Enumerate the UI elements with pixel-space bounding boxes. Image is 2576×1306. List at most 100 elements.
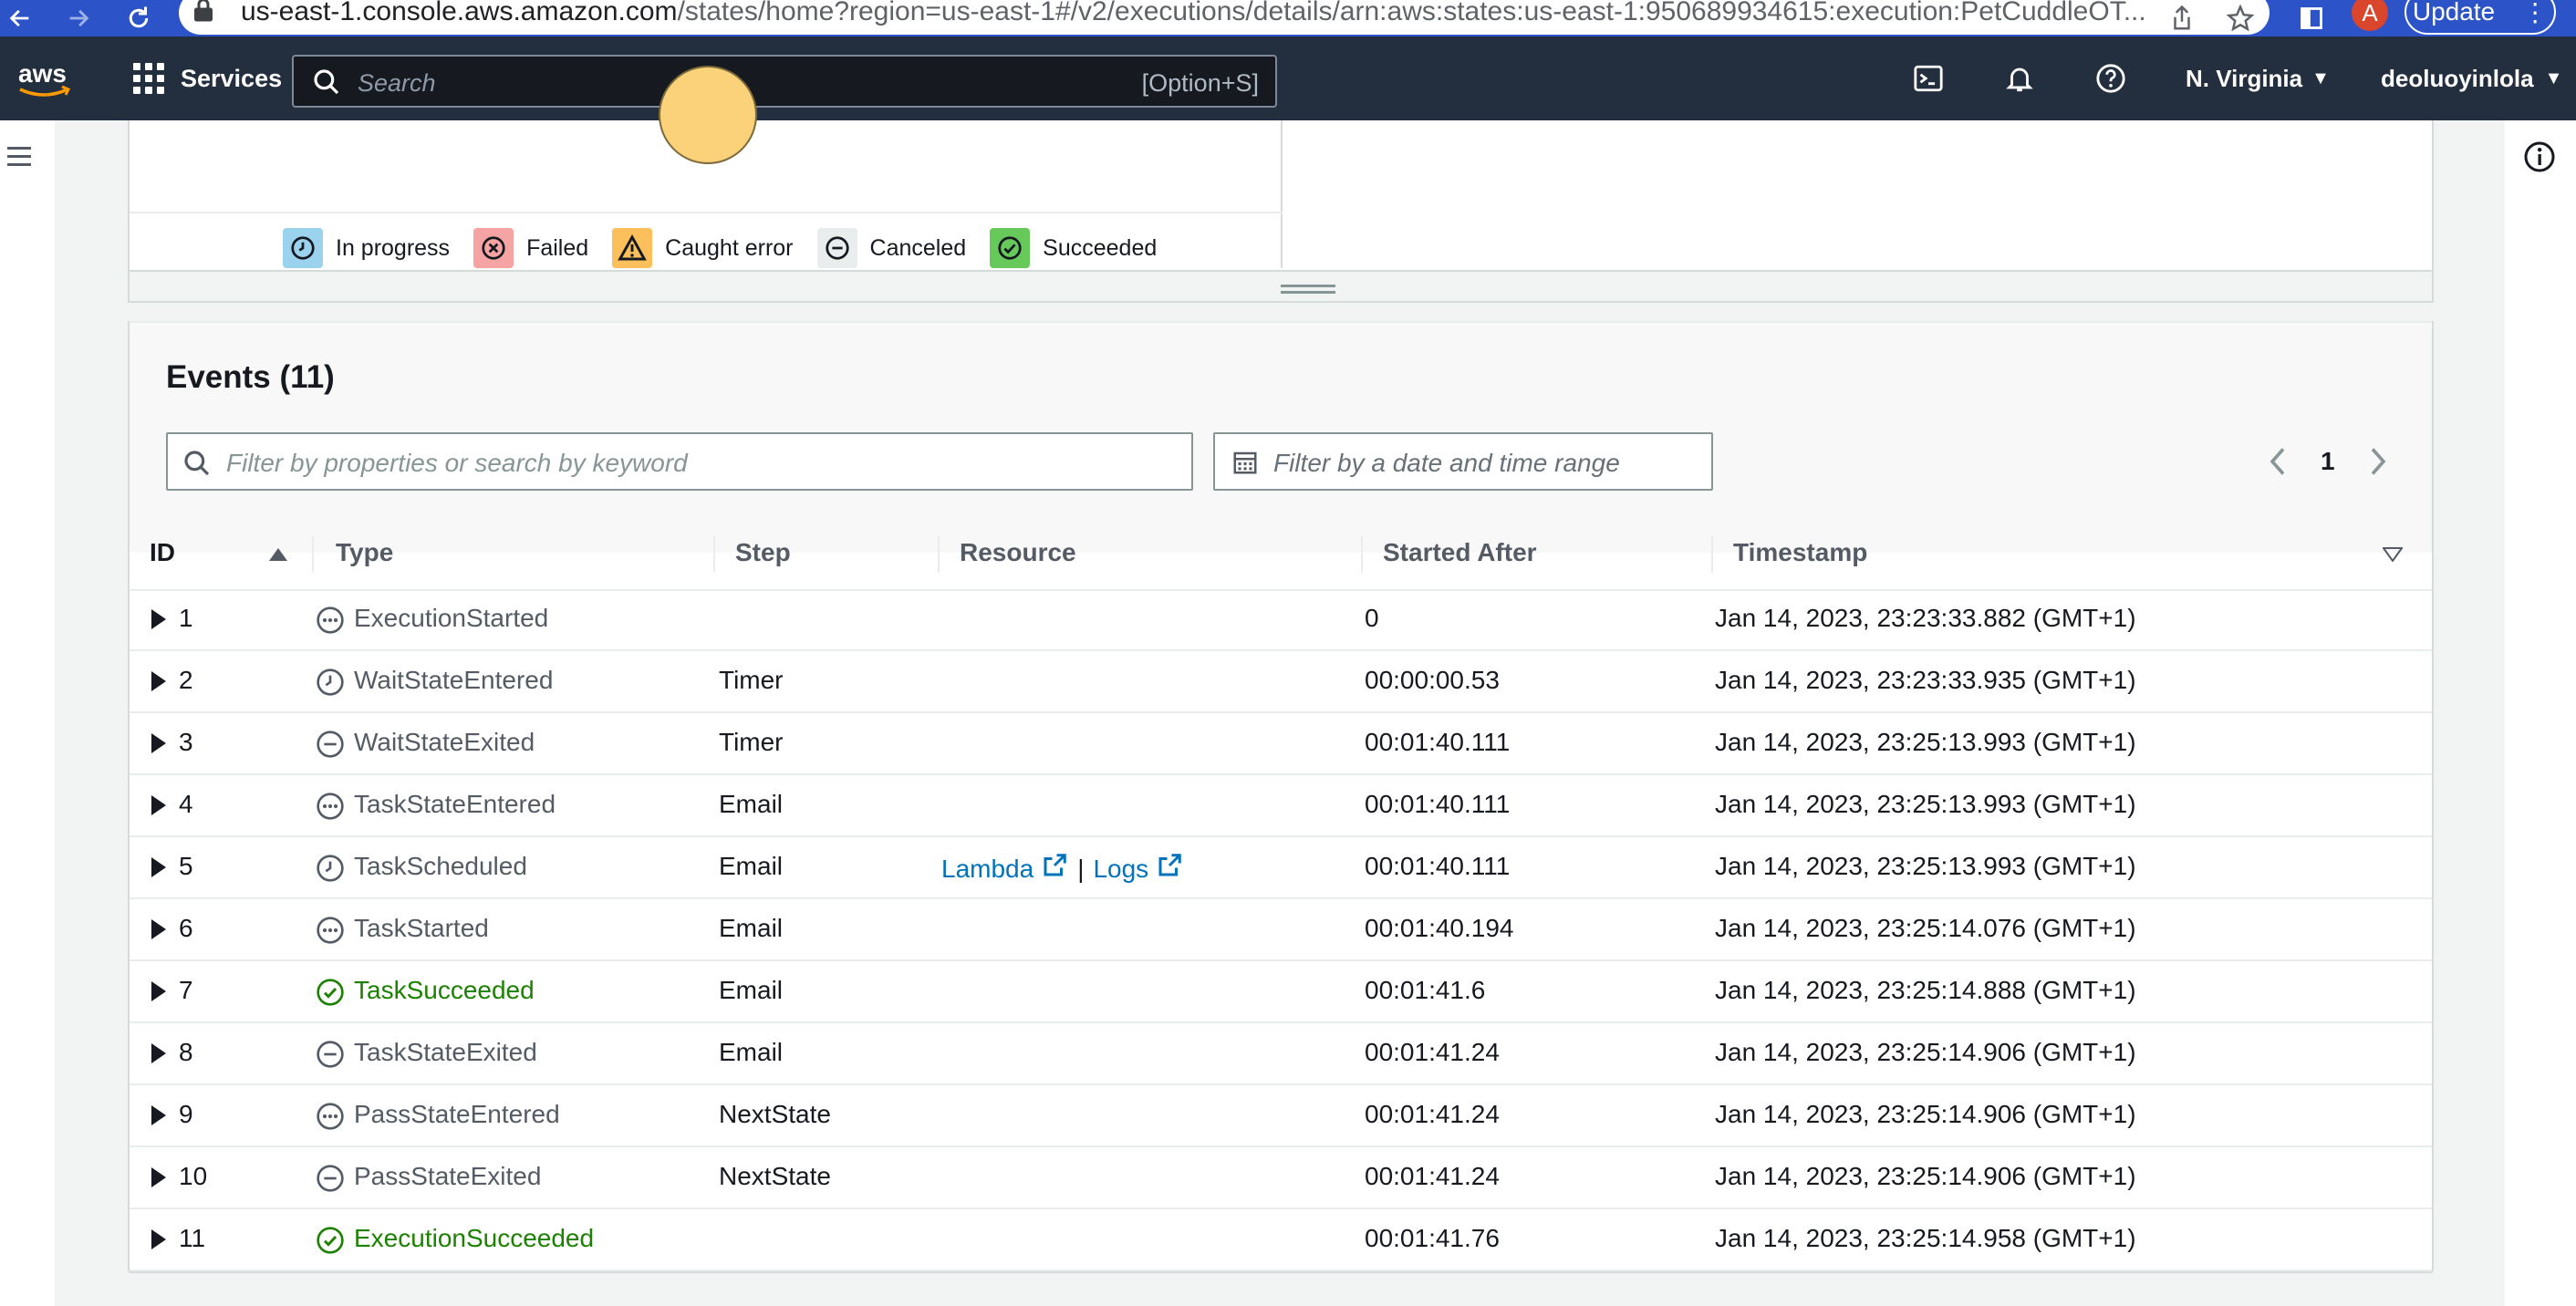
hamburger-menu-icon[interactable] <box>5 144 35 170</box>
services-label: Services <box>181 64 283 92</box>
expand-caret-icon[interactable] <box>151 671 166 691</box>
table-row[interactable]: 4 TaskStateEntered Email 00:01:40.111 Jan 14… <box>130 775 2432 837</box>
event-step: NextState <box>719 1162 831 1190</box>
account-menu[interactable]: deoluoyinlola ▼ <box>2381 36 2562 120</box>
cloudshell-icon[interactable] <box>1910 60 1947 97</box>
event-type: TaskStateEntered <box>354 790 556 818</box>
expand-caret-icon[interactable] <box>151 1043 166 1063</box>
next-page-icon[interactable] <box>2364 443 2392 480</box>
drag-handle-icon[interactable] <box>1281 285 1335 295</box>
event-type: WaitStateExited <box>354 728 535 756</box>
column-header-resource[interactable]: Resource <box>960 538 1076 567</box>
lambda-link[interactable]: Lambda <box>941 852 1068 886</box>
column-header-id[interactable]: ID <box>150 538 175 567</box>
aws-logo-icon[interactable]: aws <box>16 57 77 100</box>
expand-caret-icon[interactable] <box>151 609 166 629</box>
share-icon[interactable] <box>2164 0 2200 36</box>
status-dots-icon <box>317 793 344 820</box>
column-divider <box>1361 536 1363 573</box>
end-state-node[interactable] <box>659 66 757 164</box>
legend-in-progress: In progress <box>283 228 450 268</box>
region-selector[interactable]: N. Virginia ▼ <box>2186 36 2330 120</box>
event-id: 2 <box>179 666 193 694</box>
event-started-after: 00:01:41.6 <box>1365 976 1486 1004</box>
column-header-timestamp[interactable]: Timestamp <box>1733 538 1867 567</box>
back-arrow-icon[interactable] <box>0 0 40 36</box>
column-header-step[interactable]: Step <box>735 538 791 567</box>
browser-update-button[interactable]: Update ⋮ <box>2405 0 2556 35</box>
expand-caret-icon[interactable] <box>151 919 166 939</box>
expand-caret-icon[interactable] <box>151 733 166 753</box>
event-started-after: 00:01:41.76 <box>1365 1224 1500 1252</box>
table-row[interactable]: 11 ExecutionSucceeded 00:01:41.76 Jan 14, 2… <box>130 1209 2432 1271</box>
right-help-rail <box>2505 120 2576 1306</box>
caret-down-icon: ▼ <box>2544 67 2563 88</box>
date-range-filter[interactable]: Filter by a date and time range <box>1213 432 1713 491</box>
minus-circle-icon <box>317 731 344 758</box>
table-row[interactable]: 2 WaitStateEntered Timer 00:00:00.53 Jan 14,… <box>130 651 2432 713</box>
expand-caret-icon[interactable] <box>151 1167 166 1187</box>
expand-caret-icon[interactable] <box>151 1105 166 1125</box>
browser-toolbar: us-east-1.console.aws.amazon.com/states/… <box>0 0 2576 36</box>
sort-ascending-icon[interactable] <box>268 547 288 562</box>
help-icon[interactable] <box>2093 60 2129 97</box>
column-header-started-after[interactable]: Started After <box>1383 538 1537 567</box>
event-type: ExecutionSucceeded <box>354 1224 595 1252</box>
sort-toggle-icon[interactable] <box>2383 547 2403 562</box>
event-id: 3 <box>179 728 193 756</box>
console-search-input[interactable]: Search [Option+S] <box>292 55 1277 108</box>
legend-canceled: Canceled <box>816 228 966 268</box>
column-divider <box>312 536 314 573</box>
event-id: 10 <box>179 1162 208 1190</box>
check-circle-icon <box>317 1227 344 1254</box>
clock-icon <box>317 669 344 696</box>
logs-link[interactable]: Logs <box>1093 852 1183 886</box>
event-id: 5 <box>179 852 193 880</box>
forward-arrow-icon[interactable] <box>58 0 99 36</box>
table-row[interactable]: 1 ExecutionStarted 0 Jan 14, 2023, 23:23:33… <box>130 589 2432 651</box>
table-row[interactable]: 10 PassStateExited NextState 00:01:41.24 Jan… <box>130 1147 2432 1209</box>
external-link-icon <box>1041 852 1068 886</box>
event-started-after: 0 <box>1365 604 1379 632</box>
services-menu[interactable]: Services <box>133 36 282 120</box>
table-row[interactable]: 9 PassStateEntered NextState 00:01:41.24 Jan… <box>130 1085 2432 1147</box>
column-divider <box>1711 536 1713 573</box>
bookmark-star-icon[interactable] <box>2222 0 2259 36</box>
events-header: Events (11) Filter by properties or sear… <box>130 321 2432 591</box>
graph-view-panel: In progress Failed Caught error Canceled… <box>128 66 2434 303</box>
event-timestamp: Jan 14, 2023, 23:25:13.993 (GMT+1) <box>1715 728 2136 756</box>
current-page-number[interactable]: 1 <box>2321 447 2335 476</box>
expand-caret-icon[interactable] <box>151 795 166 815</box>
expand-caret-icon[interactable] <box>151 981 166 1001</box>
events-filter-input[interactable]: Filter by properties or search by keywor… <box>166 432 1193 491</box>
event-timestamp: Jan 14, 2023, 23:25:13.993 (GMT+1) <box>1715 790 2136 818</box>
previous-page-icon[interactable] <box>2264 443 2291 480</box>
table-row[interactable]: 8 TaskStateExited Email 00:01:41.24 Jan 14, … <box>130 1023 2432 1085</box>
event-resource-links: Lambda | Logs <box>941 852 1183 886</box>
notifications-bell-icon[interactable] <box>2001 60 2038 97</box>
column-header-type[interactable]: Type <box>336 538 393 567</box>
external-link-icon <box>1156 852 1183 886</box>
event-type: TaskScheduled <box>354 852 527 880</box>
event-step: Timer <box>719 728 784 756</box>
expand-caret-icon[interactable] <box>151 1229 166 1249</box>
table-row[interactable]: 3 WaitStateExited Timer 00:01:40.111 Jan 14,… <box>130 713 2432 775</box>
table-row[interactable]: 7 TaskSucceeded Email 00:01:41.6 Jan 14, 202… <box>130 961 2432 1023</box>
event-started-after: 00:01:40.111 <box>1365 790 1511 818</box>
info-icon[interactable] <box>2523 140 2556 173</box>
sidebar-toggle-icon[interactable] <box>2293 0 2330 36</box>
event-step: Email <box>719 790 784 818</box>
reload-icon[interactable] <box>119 0 159 36</box>
table-row[interactable]: 5 TaskScheduled Email Lambda | Logs 00:01:40.1… <box>130 837 2432 899</box>
event-started-after: 00:01:40.111 <box>1365 852 1511 880</box>
aws-top-navigation: aws Services Search [Option+S] N. Virgin… <box>0 36 2576 120</box>
event-step: Email <box>719 1038 784 1066</box>
x-circle-icon <box>473 228 514 268</box>
expand-caret-icon[interactable] <box>151 857 166 877</box>
clock-icon <box>283 228 323 268</box>
browser-profile-avatar[interactable]: A <box>2352 0 2388 31</box>
svg-text:aws: aws <box>18 59 67 88</box>
event-step: Email <box>719 852 784 880</box>
check-circle-icon <box>317 979 344 1006</box>
table-row[interactable]: 6 TaskStarted Email 00:01:40.194 Jan 14, 202… <box>130 899 2432 961</box>
